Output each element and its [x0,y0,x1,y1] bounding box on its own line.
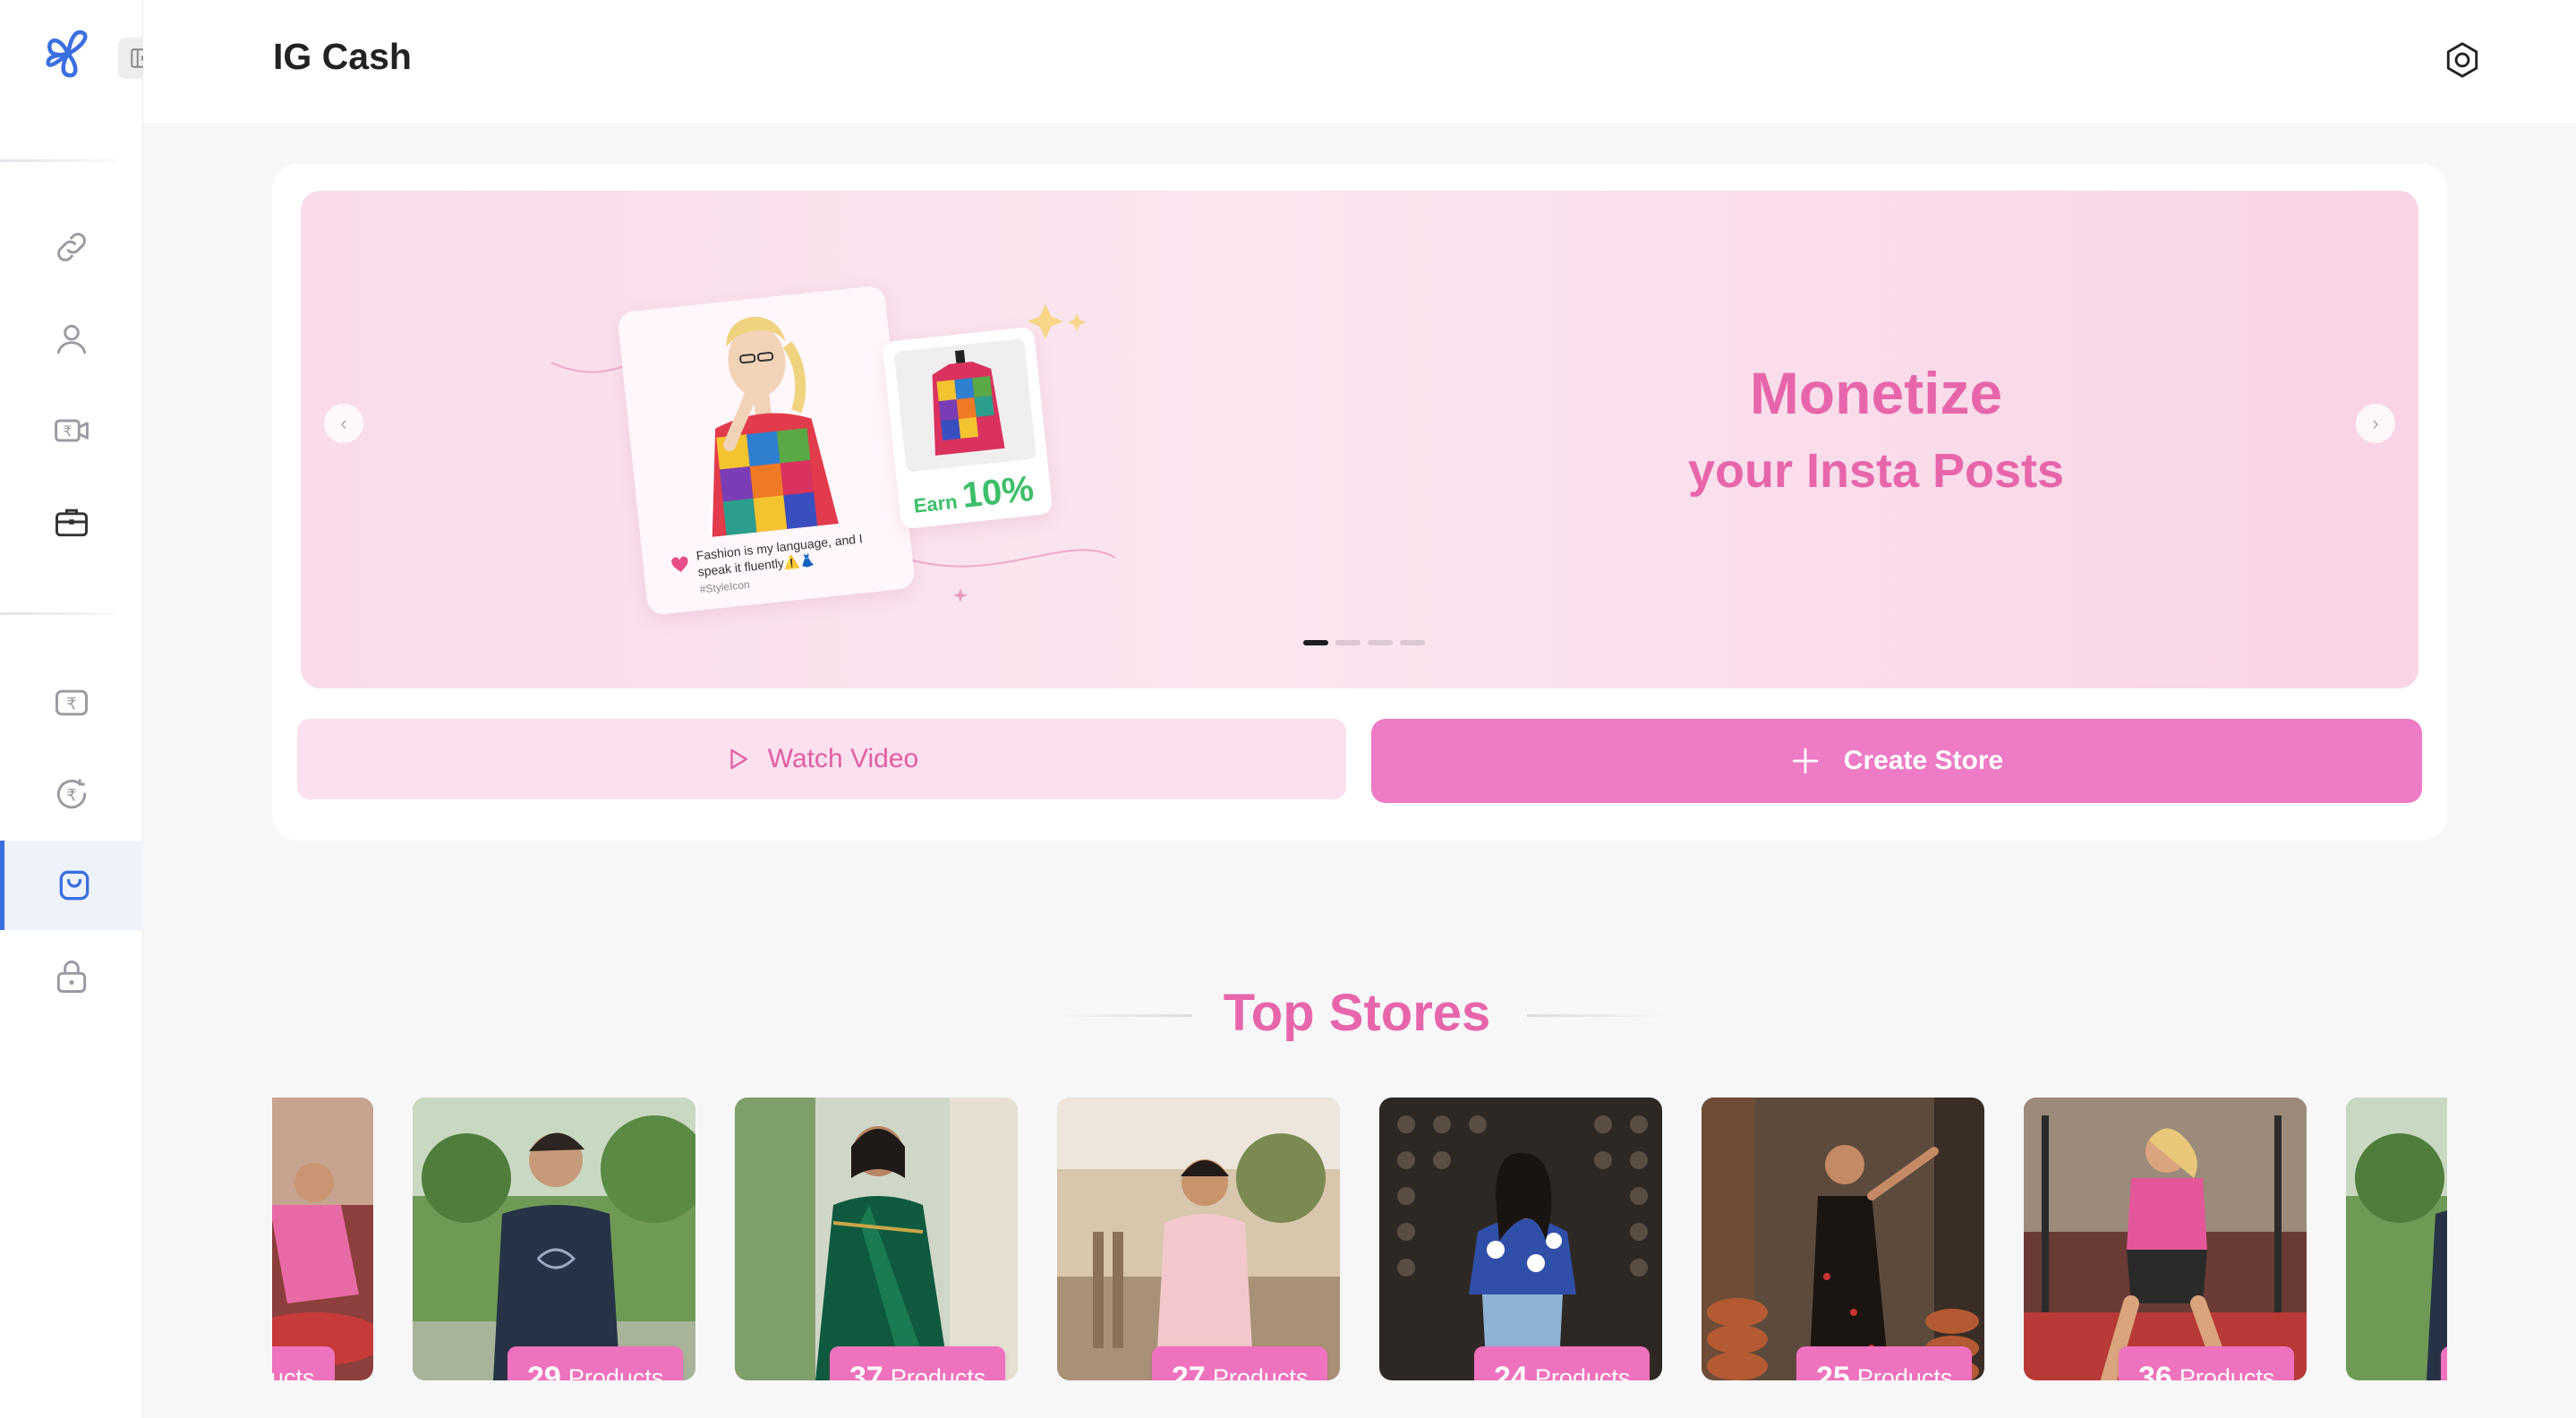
user-icon [56,324,87,354]
top-stores-heading: Top Stores [1223,984,1491,1042]
sidebar-divider [0,159,116,162]
product-count-badge: roducts [272,1346,335,1380]
banner-title: Monetize [1749,360,2003,426]
store-card[interactable]: roducts [272,1098,373,1380]
heart-icon [671,556,688,572]
product-count-badge: 29 Products [508,1346,684,1381]
sidebar-item-locked[interactable] [0,932,143,1021]
create-store-label: Create Store [1843,746,2004,775]
store-photo [2346,1098,2447,1380]
shirt-image [932,349,1005,456]
play-icon [730,748,747,770]
store-card[interactable]: 29 Products [413,1098,695,1380]
product-count-badge: 37 Products [830,1346,1006,1381]
promo-carousel[interactable]: Fashion is my language, and I speak it f… [301,191,2418,688]
create-store-button[interactable]: Create Store [1371,719,2422,803]
banner-subtitle: your Insta Posts [1687,444,2065,498]
carousel-prev-button[interactable]: ‹ [324,404,363,443]
shopping-bag-icon [59,870,89,901]
store-card[interactable]: 27 Products [1057,1098,1340,1380]
store-card[interactable]: 25 Products [1702,1098,1984,1380]
sidebar-divider [0,612,116,615]
product-count: 37 [849,1360,883,1381]
lock-icon [56,961,87,993]
store-photo [1057,1098,1340,1380]
product-count-label: Products [1534,1363,1631,1381]
section-divider-left [1049,1014,1192,1017]
shirt-thumbnail [893,337,1036,473]
product-count: 24 [1494,1360,1528,1381]
product-count-label: Products [567,1363,664,1381]
rupee-video-icon: ₹ [55,419,89,442]
sidebar-item-jobs[interactable] [0,477,143,567]
settings-button[interactable] [2438,36,2486,84]
product-count-badge: 25 Products [1796,1346,1973,1381]
carousel-dot[interactable] [1303,640,1328,645]
store-card[interactable] [2346,1098,2447,1380]
product-count-label: Products [1212,1363,1309,1381]
store-card[interactable]: 24 Products [1379,1098,1662,1380]
sidebar: ₹ ₹ ₹ [0,0,163,1418]
store-photo [272,1098,373,1380]
post-hashtag: #StyleIcon [699,577,751,596]
store-photo [2024,1098,2307,1380]
store-card[interactable]: 37 Products [735,1098,1018,1380]
sidebar-item-earnings-video[interactable]: ₹ [0,386,143,475]
earn-badge: Earn 10% [911,469,1036,522]
rupee-card-icon: ₹ [55,689,88,716]
watch-video-button[interactable]: Watch Video [297,719,1346,799]
hero-card: Fashion is my language, and I speak it f… [272,164,2447,841]
earn-card: Earn 10% [882,326,1053,530]
sidebar-item-payouts[interactable]: ₹ [0,749,143,839]
chevron-left-icon: ‹ [340,412,347,434]
product-count: 25 [1816,1360,1850,1381]
plus-icon [1792,747,1818,774]
model-photo [712,317,840,537]
product-count-label: Products [2179,1363,2275,1381]
watch-video-label: Watch Video [767,744,919,773]
product-count: 27 [1172,1360,1206,1381]
store-card[interactable]: 36 Products [2024,1098,2307,1380]
store-photo [1379,1098,1662,1380]
banner-decoration [550,303,1116,602]
top-stores-carousel[interactable]: roducts 29 Products [272,1096,2447,1418]
svg-text:₹: ₹ [66,786,77,805]
page-title: IG Cash [273,36,412,77]
earn-label: Earn [912,490,959,517]
product-count-label: roducts [272,1363,315,1381]
product-count: 36 [2138,1360,2172,1381]
link-icon [57,233,86,261]
sidebar-item-links[interactable] [0,202,143,292]
sidebar-item-wallet[interactable]: ₹ [0,658,143,747]
carousel-next-button[interactable]: › [2356,404,2395,443]
section-divider-right [1527,1014,1670,1017]
carousel-dot[interactable] [1368,640,1393,645]
top-bar: IG Cash [143,0,2576,124]
carousel-dot[interactable] [1400,640,1425,645]
product-count-label: Products [890,1363,986,1381]
store-photo [413,1098,695,1380]
chevron-right-icon: › [2372,412,2379,434]
svg-text:₹: ₹ [63,423,73,440]
product-count: 29 [527,1360,561,1381]
sidebar-item-profile[interactable] [0,295,143,384]
app-logo-icon[interactable] [41,27,95,81]
svg-text:₹: ₹ [66,695,77,713]
product-count-badge: 36 Products [2119,1346,2295,1381]
product-count-badge: 27 Products [1152,1346,1328,1381]
product-count-badge: 24 Products [1474,1346,1651,1381]
store-photo [735,1098,1018,1380]
briefcase-icon [55,508,88,537]
rupee-cycle-icon: ₹ [56,779,87,809]
sidebar-item-store[interactable] [0,841,143,930]
product-count-badge [2441,1346,2447,1380]
earn-percent: 10% [960,468,1036,516]
carousel-indicators [1303,640,1425,645]
sample-post-card: Fashion is my language, and I speak it f… [617,285,916,616]
settings-icon [2446,42,2478,78]
product-count-label: Products [1856,1363,1953,1381]
store-photo [1702,1098,1984,1380]
carousel-dot[interactable] [1335,640,1361,645]
